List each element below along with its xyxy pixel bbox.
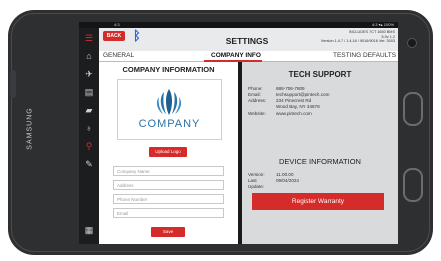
- address-input[interactable]: Address: [113, 180, 224, 190]
- hardware-button-upper: [403, 92, 423, 126]
- version-line: Version 1.4.7 / 1.4.16 / 9016/9016 Ver. …: [320, 39, 395, 44]
- support-value[interactable]: www.pintech.com: [276, 111, 312, 117]
- company-logo-icon: [156, 89, 182, 115]
- device-info-title: DEVICE INFORMATION: [279, 157, 361, 166]
- tab-company-info[interactable]: COMPANY INFO: [211, 52, 261, 60]
- company-info-panel: COMPANY INFORMATION COMPANY Upload Logo …: [99, 62, 238, 244]
- folder-icon[interactable]: ▰: [83, 104, 95, 116]
- support-key: Phone:: [248, 86, 263, 91]
- airplane-icon[interactable]: ✈: [83, 68, 95, 80]
- power-button: [10, 70, 16, 98]
- save-button[interactable]: Save: [151, 227, 185, 237]
- support-value[interactable]: 888-706-7809: [276, 86, 305, 92]
- register-warranty-button[interactable]: Register Warranty: [252, 193, 384, 210]
- device-row: Last Update: 09/04/2024: [248, 178, 394, 189]
- app-screen: 4:3 4:3 ▾▴ 100% ☰ ⌂ ✈ ▤ ▰ ♁ ⚲ ✎ ▦ BACK ᛒ…: [79, 22, 398, 244]
- search-icon[interactable]: ⚲: [83, 140, 95, 152]
- support-panel: TECH SUPPORT Phone: 888-706-7809 Email: …: [242, 62, 398, 244]
- tablet-right-bezel: [399, 10, 427, 255]
- device-key: Last Update:: [248, 178, 265, 189]
- email-input[interactable]: Email: [113, 208, 224, 218]
- company-logo-box[interactable]: COMPANY: [117, 79, 222, 140]
- home-icon[interactable]: ⌂: [83, 50, 95, 62]
- brand-logo: SAMSUNG: [26, 107, 34, 150]
- device-key: Version:: [248, 172, 265, 177]
- clipboard-icon[interactable]: ▤: [83, 86, 95, 98]
- support-row: Website: www.pintech.com: [248, 111, 394, 117]
- phone-number-input[interactable]: Phone Number: [113, 194, 224, 204]
- company-section-title: COMPANY INFORMATION: [122, 65, 215, 74]
- tab-bar: GENERAL COMPANY INFO TESTING DEFAULTS: [99, 51, 398, 62]
- page-title: SETTINGS: [225, 36, 269, 46]
- tech-support-title: TECH SUPPORT: [288, 70, 352, 79]
- tablet-left-bezel: SAMSUNG: [20, 50, 40, 220]
- hardware-button-lower: [403, 168, 423, 202]
- edit-document-icon[interactable]: ✎: [83, 158, 95, 170]
- support-value[interactable]: techsupport@pintech.com: [276, 92, 329, 98]
- support-key: Email:: [248, 92, 261, 97]
- version-info: INCLUDES 7CT 1650 BMS 5.9v 1.2 Version 1…: [321, 30, 395, 44]
- side-nav: ☰ ⌂ ✈ ▤ ▰ ♁ ⚲ ✎ ▦: [79, 28, 99, 244]
- company-logo-text: COMPANY: [138, 118, 201, 130]
- support-key: Address:: [248, 98, 267, 103]
- device-value: 11.00.00: [276, 172, 294, 177]
- support-value: Wood Bay, NY 34678: [276, 104, 320, 109]
- back-button[interactable]: BACK: [103, 31, 125, 41]
- company-name-input[interactable]: Company Name: [113, 166, 224, 176]
- support-key: Website:: [248, 111, 266, 116]
- report-icon[interactable]: ▦: [83, 224, 95, 236]
- camera-icon: [407, 38, 417, 48]
- app-header: BACK ᛒ SETTINGS INCLUDES 7CT 1650 BMS 5.…: [99, 28, 398, 51]
- menu-icon[interactable]: ☰: [83, 32, 95, 44]
- upload-logo-button[interactable]: Upload Logo: [149, 147, 187, 157]
- tab-general[interactable]: GENERAL: [103, 52, 134, 60]
- bluetooth-icon[interactable]: ᛒ: [133, 29, 141, 43]
- support-value: 234 Pinecrest Rd: [276, 98, 312, 103]
- support-row: Wood Bay, NY 34678: [248, 104, 394, 110]
- lightbulb-icon[interactable]: ♁: [83, 122, 95, 134]
- tab-testing-defaults[interactable]: TESTING DEFAULTS: [333, 52, 396, 60]
- device-value: 09/04/2024: [276, 178, 299, 183]
